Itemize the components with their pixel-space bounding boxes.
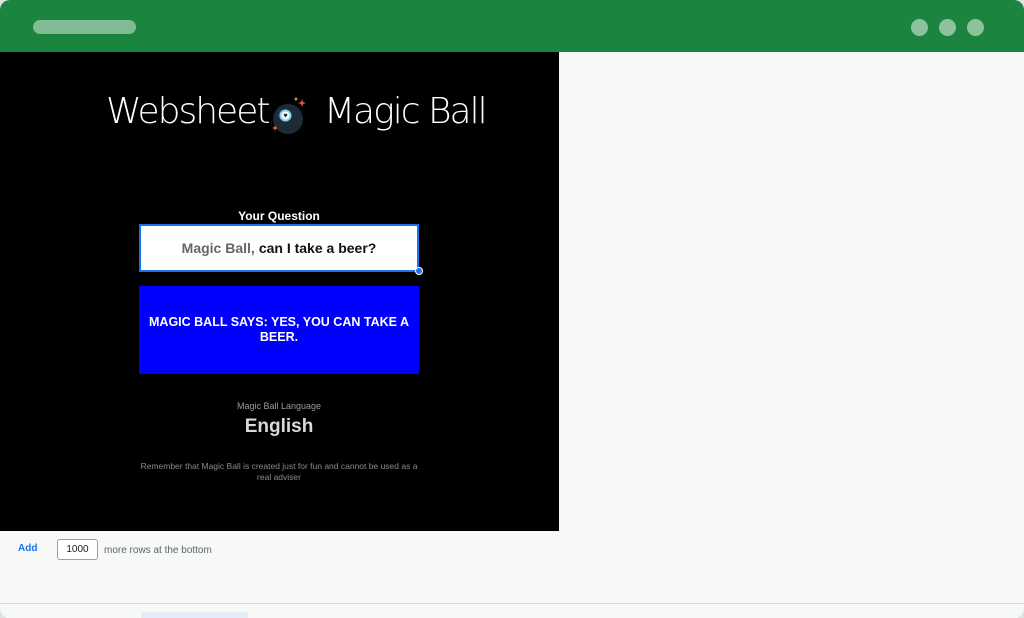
brand-right-word: Magic Ball: [324, 91, 488, 132]
disclaimer-text: Remember that Magic Ball is created just…: [140, 461, 418, 482]
add-rows-bar: Add more rows at the bottom: [0, 539, 600, 563]
language-label: Magic Ball Language: [236, 401, 322, 411]
question-label: Your Question: [238, 209, 320, 223]
app-window: Websheet Magic Ball Your Question Magic …: [0, 0, 1024, 618]
window-control-dot[interactable]: [911, 19, 928, 36]
sheet-tabs-divider: [0, 603, 1024, 604]
question-prefix: Magic Ball,: [181, 240, 255, 256]
question-input[interactable]: Magic Ball, can I take a beer?: [139, 224, 419, 272]
question-text: can I take a beer?: [258, 240, 377, 256]
title-placeholder: [33, 20, 136, 34]
window-control-dot[interactable]: [939, 19, 956, 36]
brand-header: Websheet Magic Ball: [0, 90, 559, 140]
window-control-dot[interactable]: [967, 19, 984, 36]
magic-ball-panel: Websheet Magic Ball Your Question Magic …: [0, 52, 559, 531]
answer-box: MAGIC BALL SAYS: YES, YOU CAN TAKE A BEE…: [139, 286, 419, 374]
language-value[interactable]: English: [139, 416, 419, 438]
cell-resize-handle[interactable]: [415, 267, 423, 275]
magic-8-ball-icon: [268, 96, 310, 138]
sheet-tab[interactable]: [141, 612, 248, 618]
add-rows-button[interactable]: Add: [18, 543, 37, 554]
rows-count-input[interactable]: [57, 539, 98, 560]
title-bar: [0, 0, 1024, 52]
more-rows-label: more rows at the bottom: [104, 545, 212, 556]
sheet-area: Websheet Magic Ball Your Question Magic …: [0, 52, 1024, 618]
brand-left-word: Websheet: [106, 91, 270, 132]
